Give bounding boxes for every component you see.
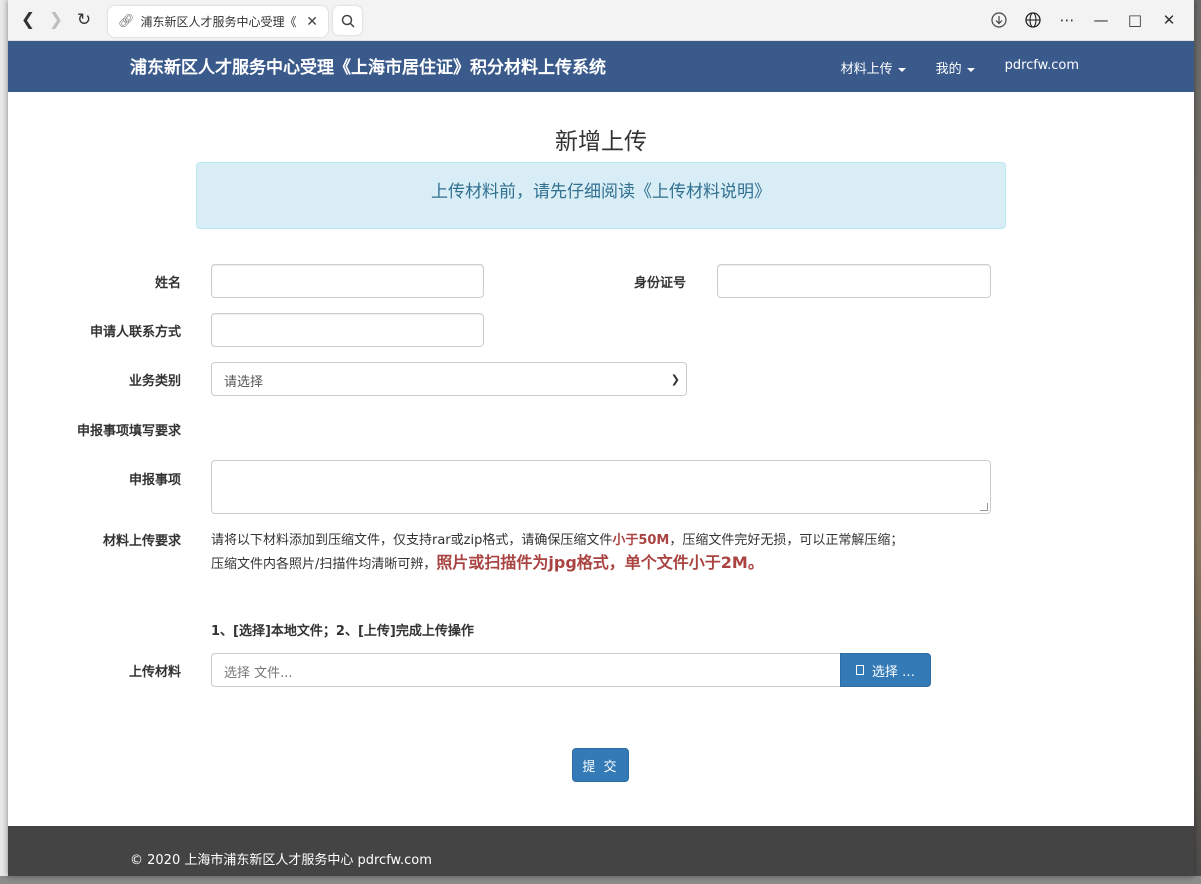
nav-site-link[interactable]: pdrcfw.com xyxy=(1005,58,1079,77)
material-requirement-label: 材料上传要求 xyxy=(102,534,181,549)
background-page-bottom xyxy=(0,876,1201,884)
back-icon[interactable]: ❮ xyxy=(14,6,42,34)
choose-file-button[interactable]: 选择 … xyxy=(840,653,931,687)
name-label: 姓名 xyxy=(154,276,181,291)
material-requirement-text: 请将以下材料添加到压缩文件，仅支持rar或zip格式，请确保压缩文件小于50M，… xyxy=(211,530,903,576)
nav-material-upload-label: 材料上传 xyxy=(840,62,893,77)
search-icon[interactable] xyxy=(333,6,362,35)
choose-file-label: 选择 … xyxy=(871,664,916,680)
id-number-input[interactable] xyxy=(717,264,991,298)
nav-material-upload[interactable]: 材料上传 xyxy=(841,58,906,77)
chevron-down-icon: ❯ xyxy=(670,373,680,386)
site-navbar: 浦东新区人才服务中心受理《上海市居住证》积分材料上传系统 材料上传 我的 pdr… xyxy=(8,41,1194,92)
nav-mine[interactable]: 我的 xyxy=(936,58,975,77)
background-page-right xyxy=(1193,0,1201,884)
browser-tab[interactable]: 🔗︎ 浦东新区人才服务中心受理《 ✕ xyxy=(108,6,328,37)
browser-window: ❮ ❯ ↻ 🔗︎ 浦东新区人才服务中心受理《 ✕ ⋯ — □ ✕ 浦东新区人才服… xyxy=(8,0,1194,876)
folder-icon xyxy=(855,665,864,675)
footer-copyright: © 2020 上海市浦东新区人才服务中心 pdrcfw.com xyxy=(130,853,432,868)
declaration-item-textarea[interactable] xyxy=(211,460,991,514)
req-line2-part-a: 压缩文件内各照片/扫描件均清晰可辨， xyxy=(211,557,437,572)
caret-down-icon xyxy=(897,67,906,72)
tab-title: 浦东新区人才服务中心受理《 xyxy=(140,15,297,29)
main-content: 新增上传 上传材料前，请先仔细阅读《上传材料说明》 姓名 身份证号 申请人联系方… xyxy=(8,92,1194,826)
nav-menu: 材料上传 我的 pdrcfw.com xyxy=(811,58,1079,77)
req-line1-part-b: ，压缩文件完好无损，可以正常解压缩； xyxy=(669,533,904,548)
site-brand[interactable]: 浦东新区人才服务中心受理《上海市居住证》积分材料上传系统 xyxy=(130,53,606,78)
maximize-icon[interactable]: □ xyxy=(1118,6,1152,34)
upload-steps: 1、[选择]本地文件；2、[上传]完成上传操作 xyxy=(211,624,474,639)
link-icon: 🔗︎ xyxy=(118,14,135,29)
submit-button[interactable]: 提 交 xyxy=(572,748,629,782)
download-icon[interactable] xyxy=(982,6,1016,34)
globe-icon[interactable] xyxy=(1016,6,1050,34)
business-type-select[interactable]: 请选择 ❯ xyxy=(211,362,687,396)
upload-material-label: 上传材料 xyxy=(128,665,181,680)
id-number-label: 身份证号 xyxy=(633,276,686,291)
browser-toolbar: ❮ ❯ ↻ 🔗︎ 浦东新区人才服务中心受理《 ✕ ⋯ — □ ✕ xyxy=(8,0,1194,41)
req-size-limit: 小于50M xyxy=(612,533,670,548)
background-page-left xyxy=(0,0,8,884)
more-icon[interactable]: ⋯ xyxy=(1050,6,1084,34)
file-path-input[interactable]: 选择 文件... xyxy=(211,653,841,687)
requirement-line-2: 压缩文件内各照片/扫描件均清晰可辨，照片或扫描件为jpg格式，单个文件小于2M。 xyxy=(211,552,903,576)
site-footer: © 2020 上海市浦东新区人才服务中心 pdrcfw.com xyxy=(8,826,1194,876)
contact-label: 申请人联系方式 xyxy=(89,325,181,340)
declaration-item-label: 申报事项 xyxy=(128,473,181,488)
contact-input[interactable] xyxy=(211,313,484,347)
nav-mine-label: 我的 xyxy=(935,62,962,77)
name-input[interactable] xyxy=(211,264,484,298)
business-type-label: 业务类别 xyxy=(128,374,181,389)
req-line1-part-a: 请将以下材料添加到压缩文件，仅支持rar或zip格式，请确保压缩文件 xyxy=(211,533,613,548)
resize-grip-icon[interactable] xyxy=(980,503,988,511)
forward-icon[interactable]: ❯ xyxy=(42,6,70,34)
close-window-icon[interactable]: ✕ xyxy=(1152,6,1186,34)
upload-notice: 上传材料前，请先仔细阅读《上传材料说明》 xyxy=(196,162,1006,229)
req-format-warning: 照片或扫描件为jpg格式，单个文件小于2M。 xyxy=(436,553,764,572)
caret-down-icon xyxy=(966,67,975,72)
business-type-selected: 请选择 xyxy=(224,375,264,390)
close-tab-icon[interactable]: ✕ xyxy=(306,14,318,30)
minimize-icon[interactable]: — xyxy=(1084,6,1118,34)
fill-requirement-label: 申报事项填写要求 xyxy=(76,424,181,439)
requirement-line-1: 请将以下材料添加到压缩文件，仅支持rar或zip格式，请确保压缩文件小于50M，… xyxy=(211,530,903,552)
page-title: 新增上传 xyxy=(555,129,647,155)
refresh-icon[interactable]: ↻ xyxy=(70,6,98,34)
notice-text[interactable]: 上传材料前，请先仔细阅读《上传材料说明》 xyxy=(431,182,771,202)
